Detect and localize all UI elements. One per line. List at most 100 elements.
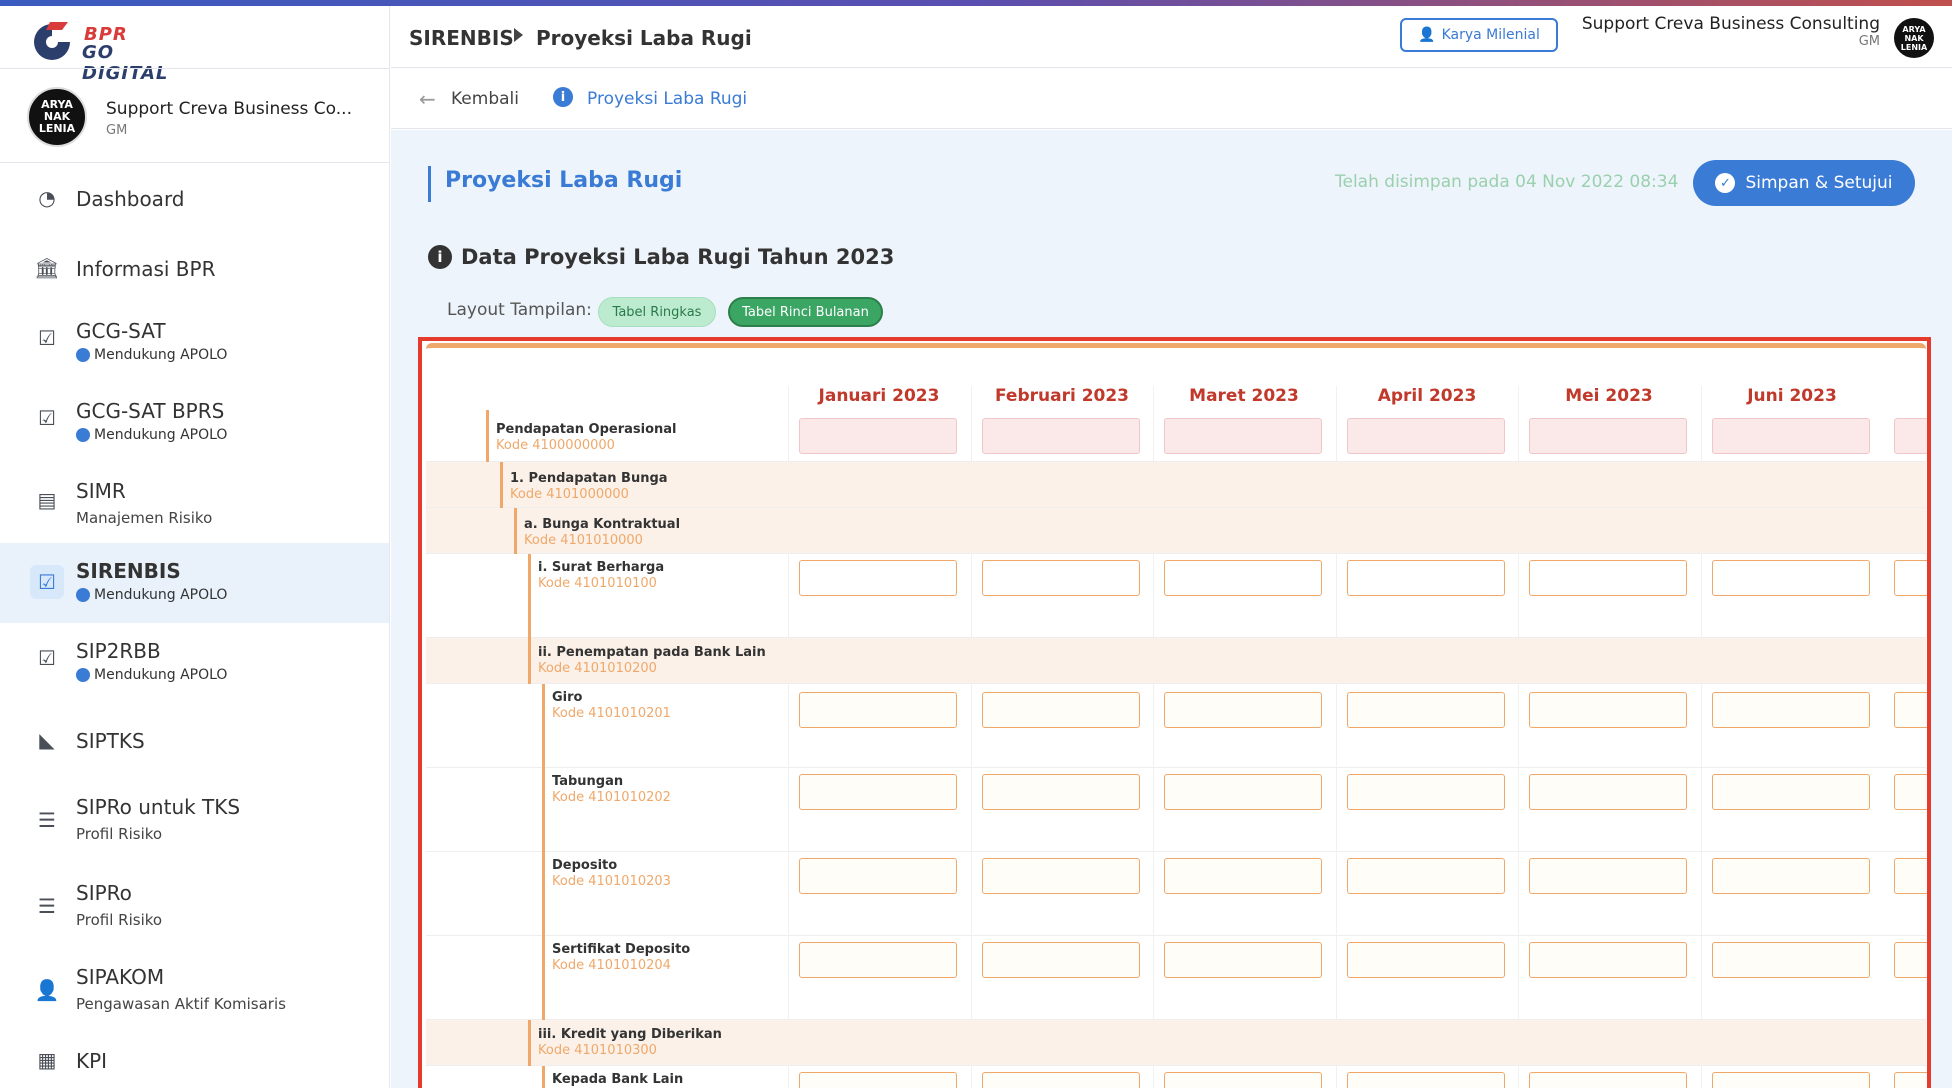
value-input[interactable] (799, 560, 957, 596)
table-row: i. Surat Berharga Kode 4101010100 (426, 554, 1927, 638)
info-icon: i (553, 87, 573, 107)
sidebar-item-sip2rbb[interactable]: ☑ SIP2RBB Mendukung APOLO (0, 623, 389, 703)
value-input[interactable] (982, 942, 1140, 978)
layout-option-ringkas[interactable]: Tabel Ringkas (598, 297, 716, 327)
sidebar-item-label: Dashboard (76, 187, 185, 211)
top-header: SIRENBIS Proyeksi Laba Rugi 👤 Karya Mile… (391, 6, 1952, 68)
indent-bar (542, 852, 545, 936)
value-input[interactable] (1347, 858, 1505, 894)
value-input[interactable] (799, 942, 957, 978)
sidebar-item-sipro-tks[interactable]: ☰ SIPRo untuk TKS Profil Risiko (0, 779, 389, 865)
value-input[interactable] (1347, 692, 1505, 728)
sidebar-item-gcg-sat-bprs[interactable]: ☑ GCG-SAT BPRS Mendukung APOLO (0, 383, 389, 463)
value-input[interactable] (1347, 942, 1505, 978)
value-input[interactable] (982, 418, 1140, 454)
value-input[interactable] (1894, 1072, 1927, 1088)
apolo-badge: Mendukung APOLO (76, 347, 227, 363)
row-name: Pendapatan Operasional (496, 422, 677, 437)
back-arrow-icon[interactable]: ← (419, 87, 436, 111)
sidebar-user-block[interactable]: ARYA NAK LENIA Support Creva Business Co… (0, 69, 389, 163)
indent-bar (528, 1020, 531, 1066)
value-input[interactable] (799, 692, 957, 728)
value-input[interactable] (1712, 942, 1870, 978)
value-input[interactable] (982, 774, 1140, 810)
value-input[interactable] (1894, 942, 1927, 978)
value-input[interactable] (1164, 858, 1322, 894)
row-code: Kode 4101010204 (552, 958, 671, 973)
header-avatar[interactable]: ARYA NAK LENIA (1894, 18, 1934, 58)
table-row: Pendapatan Operasional Kode 4100000000 (426, 410, 1927, 462)
row-name: Deposito (552, 858, 618, 873)
value-input[interactable] (1894, 418, 1927, 454)
sidebar-item-label: GCG-SAT BPRS (76, 399, 225, 423)
sidebar-item-sublabel: Manajemen Risiko (76, 509, 213, 527)
sidebar-item-sipro[interactable]: ☰ SIPRo Profil Risiko (0, 865, 389, 949)
value-input[interactable] (982, 692, 1140, 728)
value-input[interactable] (1529, 692, 1687, 728)
value-input[interactable] (1529, 418, 1687, 454)
sidebar-item-siptks[interactable]: ◣ SIPTKS (0, 703, 389, 779)
value-input[interactable] (1164, 1072, 1322, 1088)
value-input[interactable] (1164, 692, 1322, 728)
value-input[interactable] (1347, 418, 1505, 454)
value-input[interactable] (1712, 418, 1870, 454)
value-input[interactable] (1529, 560, 1687, 596)
breadcrumb-current: Proyeksi Laba Rugi (536, 26, 752, 50)
month-header: Juni 2023 (1747, 386, 1837, 406)
save-approve-button[interactable]: ✓ Simpan & Setujui (1693, 160, 1915, 206)
table-row: Giro Kode 4101010201 (426, 684, 1927, 768)
value-input[interactable] (799, 774, 957, 810)
karya-milenial-button[interactable]: 👤 Karya Milenial (1400, 18, 1558, 52)
back-link[interactable]: Kembali (451, 89, 519, 109)
sidebar-item-gcg-sat[interactable]: ☑ GCG-SAT Mendukung APOLO (0, 303, 389, 383)
value-input[interactable] (1712, 1072, 1870, 1088)
app-logo[interactable]: BPR GO DIGITAL (28, 14, 198, 84)
sidebar-item-sirenbis[interactable]: ☑ SIRENBIS Mendukung APOLO (0, 543, 389, 623)
projection-table: Januari 2023 Februari 2023 Maret 2023 Ap… (426, 343, 1927, 1088)
value-input[interactable] (1347, 1072, 1505, 1088)
user-gear-icon: 👤 (34, 978, 60, 1002)
value-input[interactable] (1529, 1072, 1687, 1088)
layout-option-rinci-bulanan[interactable]: Tabel Rinci Bulanan (728, 297, 883, 327)
value-input[interactable] (1347, 774, 1505, 810)
value-input[interactable] (799, 1072, 957, 1088)
header-user-role: GM (1858, 34, 1880, 49)
value-input[interactable] (1347, 560, 1505, 596)
breadcrumb-sirenbis[interactable]: SIRENBIS (409, 26, 514, 50)
value-input[interactable] (1894, 774, 1927, 810)
layout-label: Layout Tampilan: (447, 300, 592, 320)
sidebar-item-kpi[interactable]: ▦ KPI (0, 1033, 389, 1088)
value-input[interactable] (982, 858, 1140, 894)
sidebar-item-dashboard[interactable]: ◔ Dashboard (0, 163, 389, 233)
logo-mark-icon (34, 22, 70, 60)
value-input[interactable] (1164, 418, 1322, 454)
value-input[interactable] (1164, 560, 1322, 596)
value-input[interactable] (1529, 858, 1687, 894)
table-row: Tabungan Kode 4101010202 (426, 768, 1927, 852)
sidebar-item-informasi-bpr[interactable]: 🏛 Informasi BPR (0, 233, 389, 303)
value-input[interactable] (1712, 560, 1870, 596)
sidebar-item-label: SIPAKOM (76, 965, 165, 989)
value-input[interactable] (799, 418, 957, 454)
header-user-info[interactable]: Support Creva Business Consulting GM (1582, 14, 1880, 49)
table-row: Kepada Bank Lain (426, 1066, 1927, 1088)
badge-text: Mendukung APOLO (94, 667, 228, 683)
subheader-tab-title[interactable]: Proyeksi Laba Rugi (587, 89, 747, 109)
sidebar-item-simr[interactable]: ▤ SIMR Manajemen Risiko (0, 463, 389, 543)
value-input[interactable] (1894, 560, 1927, 596)
value-input[interactable] (982, 560, 1140, 596)
value-input[interactable] (1894, 692, 1927, 728)
value-input[interactable] (1894, 858, 1927, 894)
value-input[interactable] (1712, 692, 1870, 728)
value-input[interactable] (1529, 774, 1687, 810)
checklist-icon: ☰ (38, 808, 56, 832)
value-input[interactable] (799, 858, 957, 894)
value-input[interactable] (1529, 942, 1687, 978)
value-input[interactable] (982, 1072, 1140, 1088)
sidebar-item-sipakom[interactable]: 👤 SIPAKOM Pengawasan Aktif Komisaris (0, 949, 389, 1033)
value-input[interactable] (1164, 774, 1322, 810)
row-code: Kode 4101000000 (510, 487, 629, 502)
value-input[interactable] (1164, 942, 1322, 978)
value-input[interactable] (1712, 858, 1870, 894)
value-input[interactable] (1712, 774, 1870, 810)
